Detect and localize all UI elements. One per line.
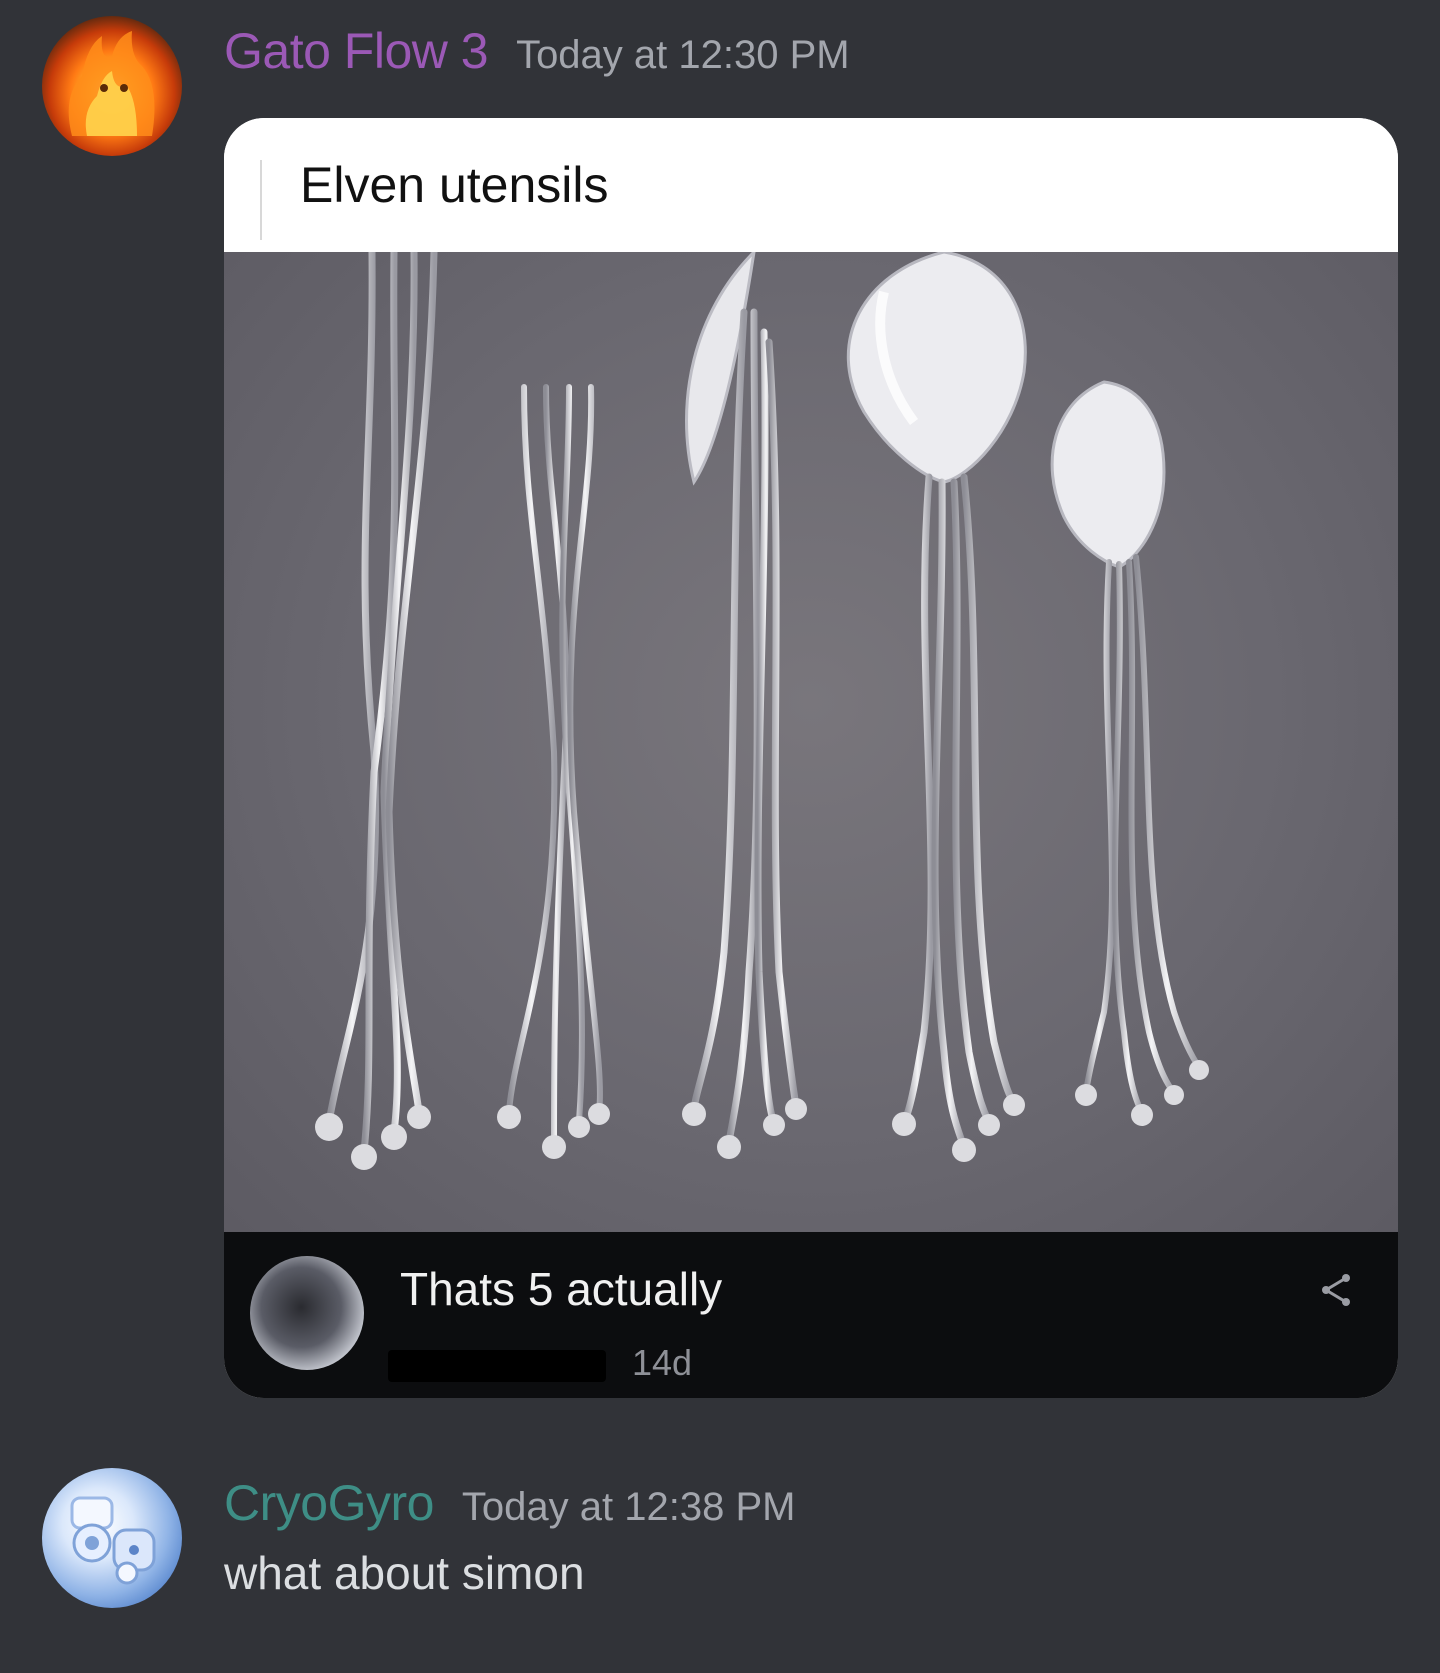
meme-title-bar: Elven utensils (224, 118, 1398, 252)
fire-cat-avatar-icon (68, 31, 155, 136)
user-avatar[interactable] (42, 1468, 182, 1608)
comment-bar: Thats 5 actually 14d (224, 1232, 1398, 1398)
chat-view: Gato Flow 3 Today at 12:30 PM Elven uten… (0, 0, 1440, 1673)
timestamp: Today at 12:38 PM (461, 1485, 796, 1529)
username[interactable]: CryoGyro (224, 1474, 434, 1532)
message-header: CryoGyro Today at 12:38 PM (224, 1474, 795, 1532)
username[interactable]: Gato Flow 3 (224, 22, 489, 80)
fork-icon (325, 252, 438, 1156)
share-icon (1322, 1274, 1350, 1306)
message-text: what about simon (224, 1547, 585, 1599)
commenter-avatar (250, 1256, 364, 1370)
timestamp: Today at 12:30 PM (516, 33, 850, 77)
robot-avatar-icon (70, 1496, 156, 1585)
redacted-username (388, 1350, 606, 1382)
comment-text: Thats 5 actually (400, 1263, 723, 1315)
spoon-icon (1050, 380, 1209, 1126)
image-attachment[interactable]: Elven utensils Thats 5 actually 14d (224, 118, 1398, 1398)
utensils-photo (224, 252, 1398, 1252)
meme-title: Elven utensils (300, 157, 609, 213)
knife-icon (682, 252, 807, 1159)
spoon-icon (846, 252, 1027, 1162)
fork-icon (506, 384, 603, 1145)
user-avatar[interactable] (42, 16, 182, 156)
divider (260, 160, 262, 240)
message-header: Gato Flow 3 Today at 12:30 PM (224, 22, 850, 80)
comment-age: 14d (632, 1342, 693, 1383)
